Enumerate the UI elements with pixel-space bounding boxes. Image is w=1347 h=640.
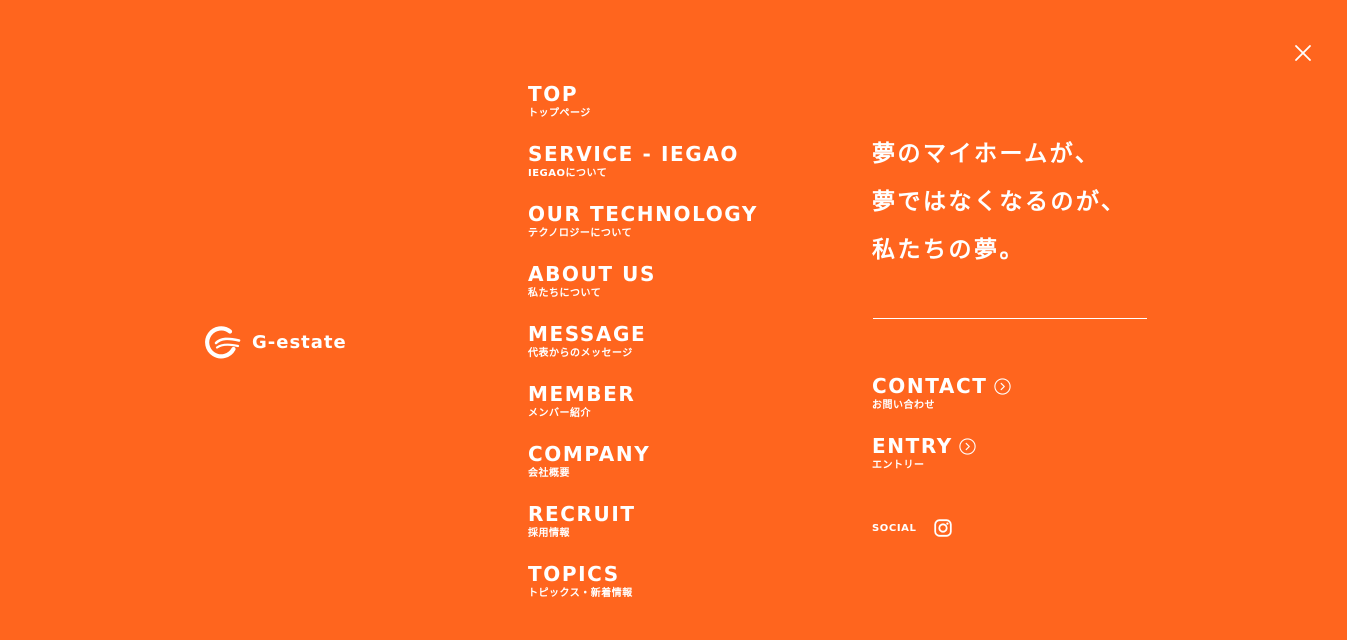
nav-item-sublabel: IEGAOについて: [528, 168, 608, 179]
global-nav: TOP トップページ SERVICE - IEGAO IEGAOについて OUR…: [528, 80, 828, 620]
nav-item-label: ABOUT US: [528, 262, 657, 286]
catch-line: 私たちの夢。: [872, 237, 1025, 263]
entry-label-row: ENTRY: [872, 432, 976, 460]
nav-item-service[interactable]: SERVICE - IEGAO IEGAOについて: [528, 140, 828, 200]
nav-item-top[interactable]: TOP トップページ: [528, 80, 828, 140]
g-estate-logo-mark-icon: [205, 326, 241, 359]
nav-item-label: TOPICS: [528, 562, 620, 586]
nav-item-member[interactable]: MEMBER メンバー紹介: [528, 380, 828, 440]
close-icon: [1295, 45, 1311, 61]
nav-item-sublabel: 会社概要: [528, 468, 570, 479]
brand-logo[interactable]: G-estate: [203, 325, 347, 361]
nav-item-label: COMPANY: [528, 442, 651, 466]
nav-item-sublabel: 代表からのメッセージ: [528, 348, 633, 359]
contact-link[interactable]: CONTACT お問い合わせ: [872, 372, 1011, 413]
nav-item-technology[interactable]: OUR TECHNOLOGY テクノロジーについて: [528, 200, 828, 260]
entry-label: ENTRY: [872, 434, 953, 458]
social-label: SOCIAL: [872, 522, 917, 534]
catch-line: 夢のマイホームが、: [872, 141, 1101, 167]
catch-copy: 夢のマイホームが、 夢ではなくなるのが、 私たちの夢。: [872, 130, 1147, 274]
entry-sublabel: エントリー: [872, 460, 925, 471]
close-button[interactable]: [1288, 38, 1318, 68]
circle-arrow-right-icon: [959, 437, 976, 455]
nav-item-company[interactable]: COMPANY 会社概要: [528, 440, 828, 500]
contact-label: CONTACT: [872, 374, 988, 398]
nav-item-message[interactable]: MESSAGE 代表からのメッセージ: [528, 320, 828, 380]
nav-item-about[interactable]: ABOUT US 私たちについて: [528, 260, 828, 320]
contact-label-row: CONTACT: [872, 372, 1011, 400]
nav-item-label: RECRUIT: [528, 502, 636, 526]
social-links: SOCIAL: [872, 516, 953, 540]
contact-sublabel: お問い合わせ: [872, 400, 935, 411]
catch-line: 夢ではなくなるのが、: [872, 189, 1127, 215]
entry-link[interactable]: ENTRY エントリー: [872, 432, 976, 473]
divider: [873, 318, 1147, 319]
nav-item-label: TOP: [528, 82, 579, 106]
nav-item-sublabel: トップページ: [528, 108, 591, 119]
nav-item-label: SERVICE - IEGAO: [528, 142, 739, 166]
nav-item-label: MEMBER: [528, 382, 636, 406]
nav-item-sublabel: トピックス・新着情報: [528, 588, 633, 599]
menu-overlay: G-estate TOP トップページ SERVICE - IEGAO IEGA…: [0, 0, 1347, 640]
nav-item-label: OUR TECHNOLOGY: [528, 202, 758, 226]
circle-arrow-right-icon: [993, 377, 1011, 395]
instagram-icon[interactable]: [934, 519, 953, 537]
nav-item-sublabel: 私たちについて: [528, 288, 602, 299]
nav-item-sublabel: テクノロジーについて: [528, 228, 633, 239]
nav-item-recruit[interactable]: RECRUIT 採用情報: [528, 500, 828, 560]
nav-item-topics[interactable]: TOPICS トピックス・新着情報: [528, 560, 828, 620]
nav-item-sublabel: 採用情報: [528, 528, 570, 539]
brand-name: G-estate: [252, 332, 347, 353]
nav-item-sublabel: メンバー紹介: [528, 408, 591, 419]
nav-item-label: MESSAGE: [528, 322, 647, 346]
